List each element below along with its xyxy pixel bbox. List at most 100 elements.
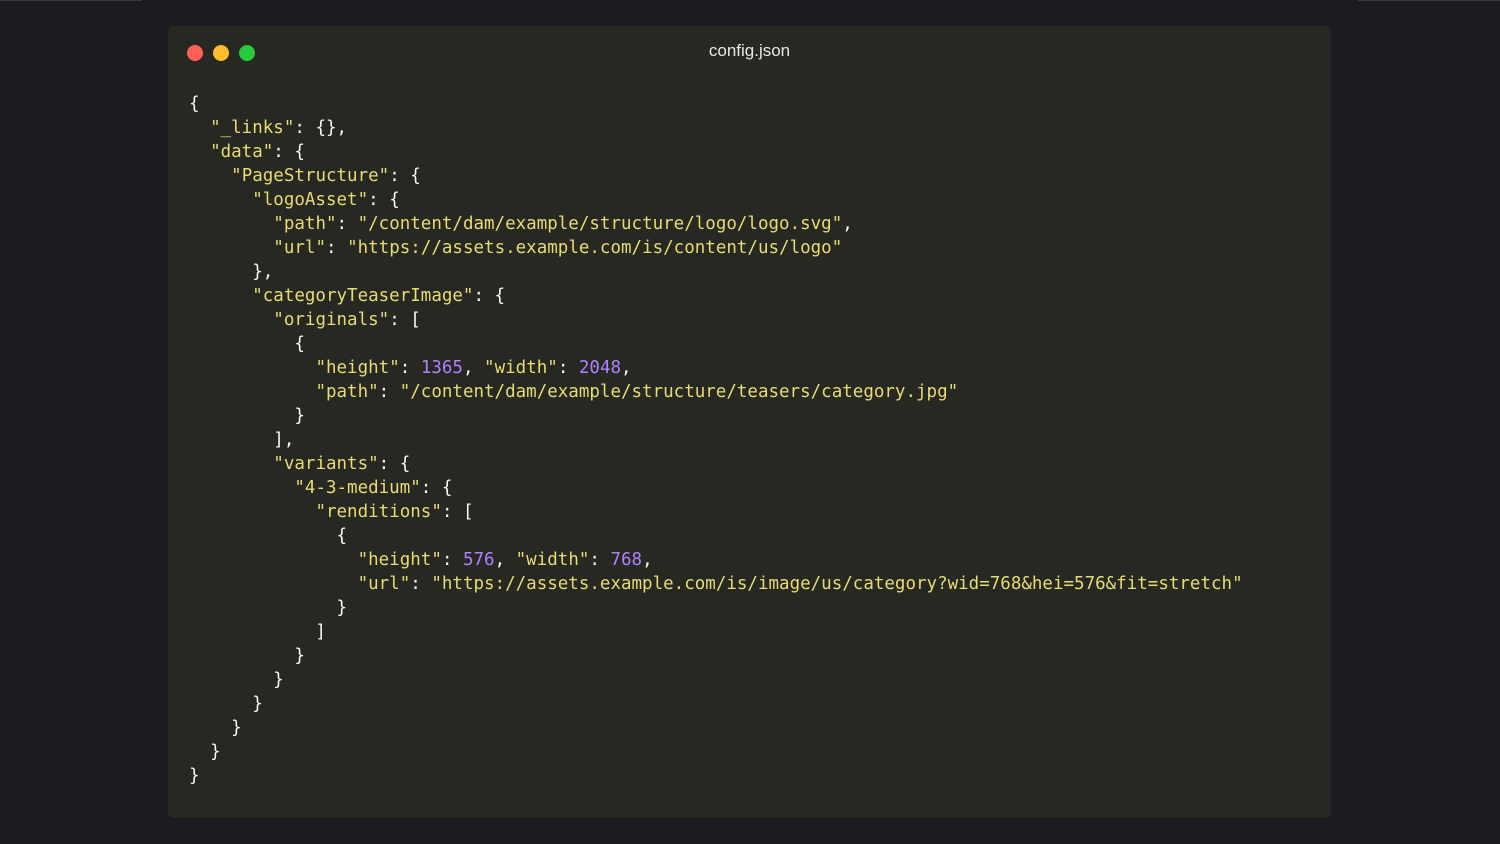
code-punctuation: : — [557, 358, 579, 378]
code-punctuation: : — [589, 550, 611, 570]
code-punctuation: , — [462, 358, 485, 378]
code-key: "data" — [210, 142, 274, 162]
code-punctuation — [189, 454, 273, 474]
code-punctuation: }, — [189, 262, 274, 282]
code-key: "variants" — [273, 454, 379, 474]
code-punctuation — [189, 142, 210, 162]
code-key: "4-3-medium" — [294, 478, 421, 498]
code-punctuation — [189, 238, 273, 258]
code-punctuation: : — [336, 214, 358, 234]
code-line: "categoryTeaserImage": { — [189, 284, 1243, 308]
code-key: "categoryTeaserImage" — [252, 286, 474, 306]
code-line: } — [189, 692, 1243, 716]
code-punctuation: } — [189, 598, 348, 618]
code-number: 576 — [462, 550, 495, 570]
code-line: "url": "https://assets.example.com/is/co… — [189, 236, 1243, 260]
code-punctuation: : {}, — [294, 118, 348, 138]
code-line: ] — [189, 620, 1243, 644]
code-punctuation — [189, 358, 315, 378]
code-key: "path" — [273, 214, 337, 234]
code-punctuation: : — [325, 238, 348, 258]
code-line: "_links": {}, — [189, 116, 1243, 140]
code-punctuation — [189, 214, 273, 234]
code-punctuation — [189, 310, 273, 330]
code-number: 768 — [610, 550, 643, 570]
code-line: { — [189, 92, 1243, 116]
code-punctuation: } — [189, 718, 242, 738]
code-key: "logoAsset" — [252, 190, 369, 210]
code-punctuation: : { — [420, 478, 453, 498]
code-key: "renditions" — [315, 502, 442, 522]
code-punctuation: : { — [368, 190, 400, 210]
code-punctuation: { — [189, 334, 305, 354]
code-punctuation: } — [189, 406, 305, 426]
code-punctuation: , — [842, 214, 853, 234]
code-key: "width" — [484, 358, 558, 378]
code-punctuation: } — [189, 766, 200, 786]
code-line: "logoAsset": { — [189, 188, 1243, 212]
code-string: "/content/dam/example/structure/teasers/… — [399, 382, 959, 402]
code-string: "/content/dam/example/structure/logo/log… — [357, 214, 843, 234]
code-punctuation — [189, 550, 358, 570]
code-punctuation: } — [189, 670, 284, 690]
editor-window: config.json { "_links": {}, "data": { "P… — [168, 26, 1331, 818]
code-key: "_links" — [210, 118, 295, 138]
code-punctuation: } — [189, 646, 305, 666]
code-punctuation — [189, 382, 315, 402]
code-line: } — [189, 404, 1243, 428]
code-line: { — [189, 524, 1243, 548]
code-punctuation: { — [189, 94, 200, 114]
top-divider-left — [0, 0, 142, 1]
code-key: "width" — [515, 550, 590, 570]
code-punctuation: } — [189, 694, 263, 714]
window-title: config.json — [708, 41, 791, 60]
code-punctuation: : { — [273, 142, 305, 162]
code-block: { "_links": {}, "data": { "PageStructure… — [189, 92, 1243, 788]
code-line: "4-3-medium": { — [189, 476, 1243, 500]
window-titlebar: config.json — [168, 26, 1331, 80]
code-key: "path" — [315, 382, 379, 402]
code-punctuation: { — [189, 526, 348, 546]
code-punctuation: , — [621, 358, 632, 378]
code-punctuation — [189, 166, 231, 186]
code-punctuation: : [ — [389, 310, 421, 330]
code-line: "height": 576, "width": 768, — [189, 548, 1243, 572]
code-line: } — [189, 764, 1243, 788]
code-punctuation: } — [189, 742, 221, 762]
code-line: "PageStructure": { — [189, 164, 1243, 188]
code-number: 2048 — [578, 358, 622, 378]
code-line: "path": "/content/dam/example/structure/… — [189, 212, 1243, 236]
code-line: "data": { — [189, 140, 1243, 164]
code-punctuation: ] — [189, 622, 326, 642]
code-number: 1365 — [420, 358, 463, 378]
code-punctuation: : — [378, 382, 400, 402]
code-punctuation — [189, 118, 210, 138]
code-line: } — [189, 716, 1243, 740]
top-divider-right — [1358, 0, 1500, 1]
code-line: } — [189, 740, 1243, 764]
code-line: "renditions": [ — [189, 500, 1243, 524]
code-line: ], — [189, 428, 1243, 452]
code-punctuation: , — [494, 550, 516, 570]
code-punctuation — [189, 478, 294, 498]
code-punctuation: , — [642, 550, 653, 570]
code-line: } — [189, 644, 1243, 668]
code-punctuation: ], — [189, 430, 295, 450]
code-key: "PageStructure" — [231, 166, 390, 186]
code-key: "height" — [357, 550, 442, 570]
code-string: "https://assets.example.com/is/image/us/… — [431, 574, 1243, 594]
code-key: "height" — [315, 358, 400, 378]
code-punctuation: : [ — [441, 502, 474, 522]
code-line: } — [189, 596, 1243, 620]
code-punctuation: : { — [389, 166, 421, 186]
code-line: { — [189, 332, 1243, 356]
code-punctuation: : — [399, 358, 421, 378]
code-line: } — [189, 668, 1243, 692]
code-punctuation — [189, 190, 252, 210]
code-line: "height": 1365, "width": 2048, — [189, 356, 1243, 380]
code-line: "path": "/content/dam/example/structure/… — [189, 380, 1243, 404]
code-punctuation: : { — [378, 454, 411, 474]
code-punctuation — [189, 502, 315, 522]
code-line: "variants": { — [189, 452, 1243, 476]
code-line: }, — [189, 260, 1243, 284]
